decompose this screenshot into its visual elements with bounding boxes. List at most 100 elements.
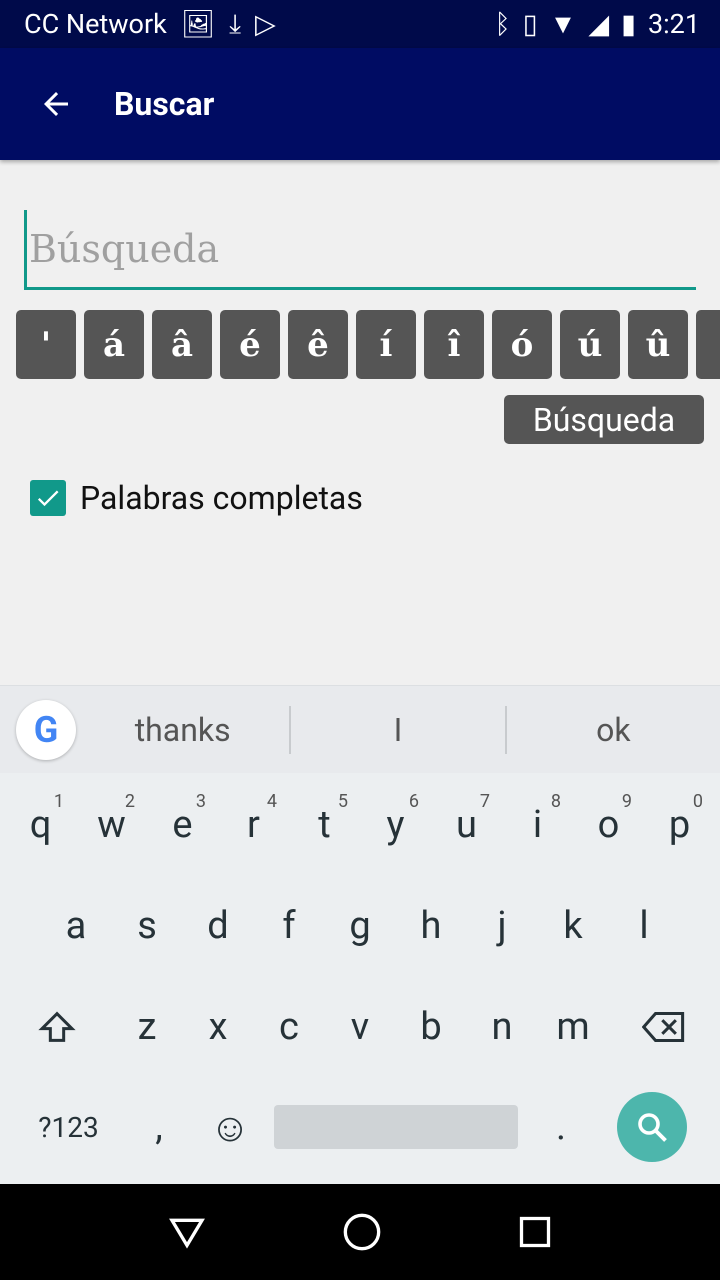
app-bar: Buscar	[0, 48, 720, 160]
navigation-bar	[0, 1184, 720, 1280]
key-hint: 4	[266, 791, 277, 812]
key-label: r	[247, 803, 260, 847]
shift-icon	[37, 1011, 76, 1042]
keyboard: G thanks I ok q1w2e3r4t5y6u7i8o9p0 asdfg…	[0, 685, 720, 1184]
page-title: Buscar	[114, 85, 215, 123]
char-key[interactable]: î	[424, 310, 484, 379]
key-label: w	[97, 803, 126, 847]
key-label: y	[386, 803, 405, 847]
key-z[interactable]: z	[112, 977, 183, 1077]
char-key[interactable]	[696, 310, 720, 379]
key-label: p	[668, 803, 691, 847]
checkbox-checked-icon[interactable]	[30, 480, 66, 516]
key-label: e	[172, 803, 193, 847]
key-label: u	[456, 803, 477, 847]
key-w[interactable]: w2	[76, 775, 147, 875]
key-p[interactable]: p0	[644, 775, 715, 875]
download-icon: ⤓	[229, 7, 241, 40]
arrow-back-icon	[44, 92, 68, 116]
google-icon[interactable]: G	[16, 699, 76, 760]
emoji-key[interactable]: ☺	[195, 1077, 266, 1177]
key-x[interactable]: x	[183, 977, 254, 1077]
key-label: t	[318, 803, 331, 847]
key-label: i	[532, 803, 543, 847]
char-key[interactable]: á	[84, 310, 144, 379]
period-key[interactable]: .	[526, 1077, 597, 1177]
shift-key[interactable]	[2, 977, 112, 1077]
bluetooth-icon: ᛒ	[494, 8, 511, 40]
key-a[interactable]: a	[41, 876, 112, 976]
battery-icon: ▮	[621, 8, 636, 40]
key-m[interactable]: m	[538, 977, 609, 1077]
back-nav-icon[interactable]	[167, 1212, 207, 1252]
special-char-bar: ' á â é ê í î ó ú û	[16, 310, 720, 379]
key-t[interactable]: t5	[289, 775, 360, 875]
key-hint: 8	[550, 791, 561, 812]
key-y[interactable]: y6	[360, 775, 431, 875]
vibrate-icon: ▯	[522, 8, 538, 40]
suggestion[interactable]: ok	[507, 711, 720, 749]
home-icon[interactable]	[342, 1212, 382, 1252]
key-r[interactable]: r4	[218, 775, 289, 875]
key-k[interactable]: k	[538, 876, 609, 976]
backspace-key[interactable]	[609, 977, 719, 1077]
char-key[interactable]: '	[16, 310, 76, 379]
char-key[interactable]: é	[220, 310, 280, 379]
carrier: CC Network	[24, 8, 167, 40]
key-f[interactable]: f	[254, 876, 325, 976]
key-q[interactable]: q1	[5, 775, 76, 875]
search-icon	[637, 1113, 667, 1142]
key-g[interactable]: g	[325, 876, 396, 976]
key-v[interactable]: v	[325, 977, 396, 1077]
search-key[interactable]	[597, 1077, 707, 1177]
key-hint: 7	[479, 791, 490, 812]
search-input[interactable]	[24, 210, 696, 290]
comma-key[interactable]: ,	[124, 1077, 195, 1177]
key-u[interactable]: u7	[431, 775, 502, 875]
whole-words-checkbox[interactable]: Palabras completas	[30, 479, 363, 517]
status-bar: CC Network 🖼 ⤓ ▷ ᛒ ▯ ▼ ◢ ▮ 3:21	[0, 0, 720, 48]
space-key[interactable]	[266, 1077, 526, 1177]
back-button[interactable]	[26, 74, 86, 134]
suggestion[interactable]: I	[291, 711, 504, 749]
key-hint: 3	[195, 791, 206, 812]
signal-icon: ◢	[588, 8, 610, 40]
key-b[interactable]: b	[396, 977, 467, 1077]
suggestion[interactable]: thanks	[76, 711, 289, 749]
search-button[interactable]: Búsqueda	[504, 395, 704, 444]
char-key[interactable]: í	[356, 310, 416, 379]
key-hint: 9	[621, 791, 632, 812]
key-h[interactable]: h	[396, 876, 467, 976]
key-j[interactable]: j	[467, 876, 538, 976]
key-label: q	[29, 803, 52, 847]
key-d[interactable]: d	[183, 876, 254, 976]
key-hint: 5	[337, 791, 348, 812]
key-hint: 1	[53, 791, 64, 812]
char-key[interactable]: ó	[492, 310, 552, 379]
key-i[interactable]: i8	[502, 775, 573, 875]
play-store-icon: ▷	[255, 8, 276, 40]
char-key[interactable]: û	[628, 310, 688, 379]
image-icon: 🖼	[180, 8, 216, 40]
key-c[interactable]: c	[254, 977, 325, 1077]
key-o[interactable]: o9	[573, 775, 644, 875]
symbols-key[interactable]: ?123	[14, 1077, 124, 1177]
key-l[interactable]: l	[609, 876, 680, 976]
key-e[interactable]: e3	[147, 775, 218, 875]
emoji-icon: ☺	[209, 1103, 251, 1151]
char-key[interactable]: â	[152, 310, 212, 379]
key-hint: 0	[692, 791, 703, 812]
char-key[interactable]: ê	[288, 310, 348, 379]
backspace-icon	[641, 1011, 684, 1043]
wifi-icon: ▼	[549, 8, 577, 40]
key-hint: 6	[408, 791, 419, 812]
char-key[interactable]: ú	[560, 310, 620, 379]
recents-icon[interactable]	[517, 1214, 553, 1250]
key-label: o	[597, 803, 620, 847]
key-n[interactable]: n	[467, 977, 538, 1077]
key-hint: 2	[124, 791, 135, 812]
clock: 3:21	[647, 8, 700, 40]
key-s[interactable]: s	[112, 876, 183, 976]
suggestion-strip: G thanks I ok	[0, 685, 720, 773]
checkbox-label: Palabras completas	[80, 479, 363, 517]
